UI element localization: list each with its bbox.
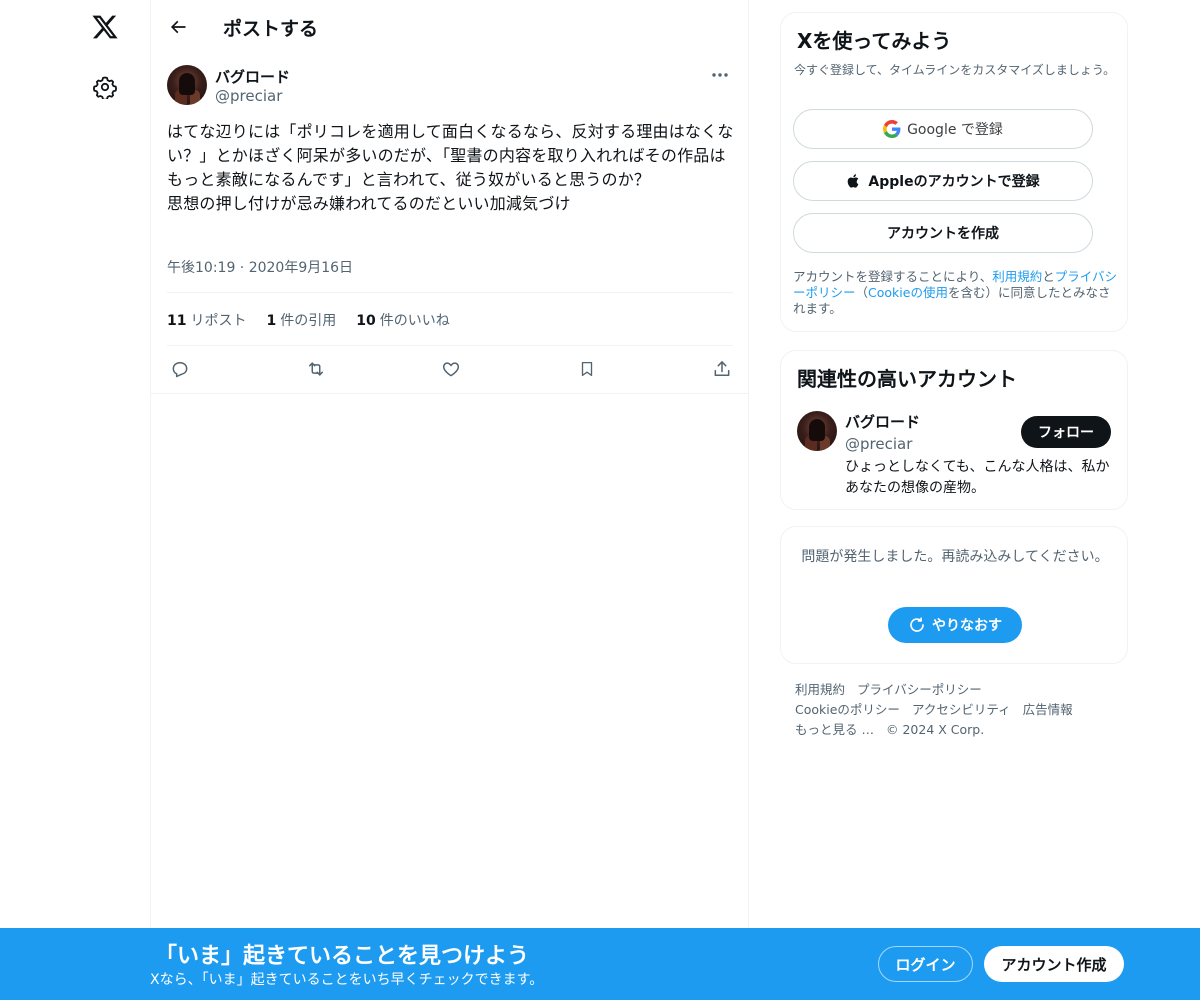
repost-stat-label: リポスト bbox=[190, 313, 247, 329]
post-actions bbox=[167, 356, 735, 382]
footer-cookie-link[interactable]: Cookieのポリシー bbox=[795, 700, 900, 720]
bookmark-icon[interactable] bbox=[574, 356, 600, 382]
repost-icon[interactable] bbox=[303, 356, 329, 382]
legal-and: と bbox=[1042, 269, 1055, 284]
terms-link[interactable]: 利用規約 bbox=[992, 269, 1042, 284]
repost-count: 11 bbox=[167, 313, 187, 329]
apple-signup-button[interactable]: Appleのアカウントで登録 bbox=[793, 161, 1093, 201]
follow-button[interactable]: フォロー bbox=[1021, 416, 1111, 448]
related-account-bio: ひょっとしなくても、こんな人格は、私かあなたの想像の産物。 bbox=[845, 459, 1110, 496]
left-rail bbox=[0, 0, 150, 1000]
retry-label: やりなおす bbox=[932, 618, 1002, 634]
signup-legal-text: アカウントを登録することにより、利用規約とプライバシーポリシー（Cookieの使… bbox=[793, 269, 1121, 317]
retry-button[interactable]: やりなおす bbox=[888, 607, 1022, 643]
footer-accessibility-link[interactable]: アクセシビリティ bbox=[912, 700, 1011, 720]
refresh-icon bbox=[908, 616, 926, 634]
post-timestamp[interactable]: 午後10:19 · 2020年9月16日 bbox=[167, 257, 353, 277]
post-author: バグロード @preciar bbox=[167, 64, 733, 108]
back-arrow-icon[interactable] bbox=[163, 12, 193, 42]
like-stat-label: 件のいいね bbox=[379, 313, 450, 329]
create-account-label: アカウントを作成 bbox=[887, 226, 999, 242]
legal-open-paren: （ bbox=[855, 285, 869, 300]
quote-stat-label: 件の引用 bbox=[280, 313, 337, 329]
related-account-handle[interactable]: @preciar bbox=[845, 435, 912, 453]
gear-icon[interactable] bbox=[90, 72, 120, 102]
divider bbox=[151, 393, 749, 394]
apple-signup-label: Appleのアカウントで登録 bbox=[868, 174, 1040, 190]
main-column: ポストする バグロード @preciar はてな辺りには「ポリコレを適用して面白… bbox=[150, 0, 749, 1000]
signup-banner: 「いま」起きていることを見つけよう Xなら、「いま」起きていることをいち早くチェ… bbox=[0, 928, 1200, 1000]
quote-stat[interactable]: 1 件の引用 bbox=[266, 310, 336, 330]
signup-title: Xを使ってみよう bbox=[797, 29, 952, 53]
like-stat[interactable]: 10 件のいいね bbox=[356, 310, 449, 330]
footer-more-link[interactable]: もっと見る … bbox=[795, 720, 874, 740]
apple-icon bbox=[846, 172, 862, 190]
google-icon bbox=[883, 120, 901, 138]
footer-privacy-link[interactable]: プライバシーポリシー bbox=[857, 680, 982, 700]
divider bbox=[167, 345, 733, 346]
page-title: ポストする bbox=[223, 18, 319, 40]
reply-icon[interactable] bbox=[167, 356, 193, 382]
avatar[interactable] bbox=[167, 65, 207, 105]
author-name[interactable]: バグロード bbox=[215, 66, 290, 87]
related-accounts-card: 関連性の高いアカウント バグロード @preciar フォロー ひょっとしなくて… bbox=[780, 350, 1128, 510]
related-title: 関連性の高いアカウント bbox=[797, 367, 1017, 391]
like-count: 10 bbox=[356, 313, 376, 329]
create-account-button[interactable]: アカウントを作成 bbox=[793, 213, 1093, 253]
trends-error-card: 問題が発生しました。再読み込みしてください。 やりなおす bbox=[780, 526, 1128, 664]
signup-subtitle: 今すぐ登録して、タイムラインをカスタマイズしましょう。 bbox=[794, 63, 1116, 77]
avatar[interactable] bbox=[797, 411, 837, 451]
footer-links: 利用規約 プライバシーポリシー Cookieのポリシー アクセシビリティ 広告情… bbox=[795, 680, 1125, 740]
quote-count: 1 bbox=[266, 313, 277, 329]
x-logo-icon[interactable] bbox=[88, 10, 122, 44]
banner-subline: Xなら、「いま」起きていることをいち早くチェックできます。 bbox=[150, 972, 544, 988]
post-stats: 11 リポスト 1 件の引用 10 件のいいね bbox=[167, 310, 450, 330]
legal-prefix: アカウントを登録することにより、 bbox=[793, 269, 993, 284]
post-header: ポストする bbox=[151, 0, 749, 53]
google-signup-button[interactable]: Google で登録 bbox=[793, 109, 1093, 149]
repost-stat[interactable]: 11 リポスト bbox=[167, 310, 246, 330]
footer-terms-link[interactable]: 利用規約 bbox=[795, 680, 845, 700]
related-account-name[interactable]: バグロード bbox=[845, 411, 920, 432]
like-icon[interactable] bbox=[438, 356, 464, 382]
author-handle[interactable]: @preciar bbox=[215, 87, 282, 105]
banner-create-account-button[interactable]: アカウント作成 bbox=[984, 946, 1124, 982]
post-text: はてな辺りには「ポリコレを適用して面白くなるなら、反対する理由はなくない？」とか… bbox=[167, 122, 734, 213]
divider bbox=[167, 292, 733, 293]
banner-headline: 「いま」起きていることを見つけよう bbox=[155, 944, 530, 969]
share-icon[interactable] bbox=[709, 356, 735, 382]
cookie-link[interactable]: Cookieの使用 bbox=[868, 285, 948, 300]
error-message: 問題が発生しました。再読み込みしてください。 bbox=[801, 549, 1109, 565]
footer-ads-link[interactable]: 広告情報 bbox=[1023, 700, 1073, 720]
more-options-icon[interactable] bbox=[707, 64, 733, 86]
google-signup-label: Google で登録 bbox=[907, 122, 1003, 138]
login-button[interactable]: ログイン bbox=[878, 946, 973, 982]
signup-card: Xを使ってみよう 今すぐ登録して、タイムラインをカスタマイズしましょう。 Goo… bbox=[780, 12, 1128, 332]
footer-copyright: © 2024 X Corp. bbox=[885, 722, 985, 737]
